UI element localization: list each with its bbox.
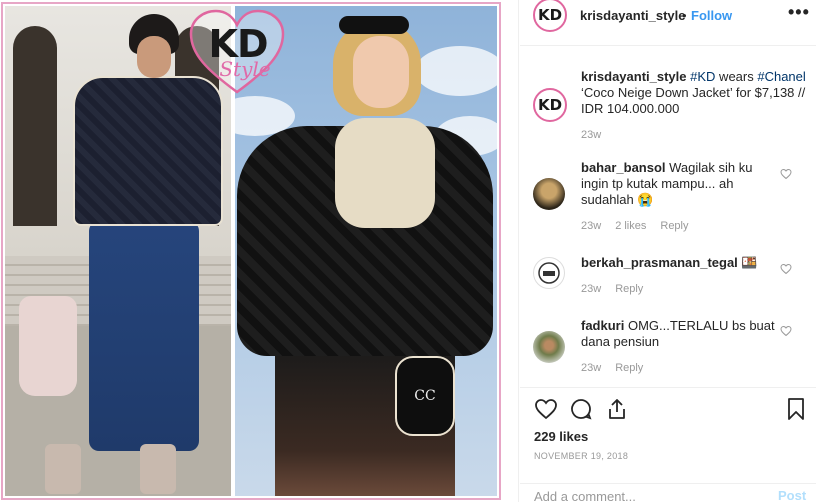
share-icon[interactable]: [605, 397, 629, 421]
commenter-avatar[interactable]: [533, 178, 565, 210]
comment-text: 🍱: [737, 255, 758, 270]
hashtag-link[interactable]: #Chanel: [757, 69, 805, 84]
post-image-frame: CC KD Style: [1, 2, 501, 500]
caption-meta: 23w: [581, 128, 615, 142]
caption-text: wears: [715, 69, 758, 84]
cloud: [415, 46, 497, 96]
comment-age[interactable]: 23w: [581, 362, 601, 374]
reply-button[interactable]: Reply: [615, 283, 643, 295]
comment: berkah_prasmanan_tegal 🍱: [581, 255, 781, 271]
post-side-panel: KD krisdayanti_style • Follow ••• KD kri…: [520, 0, 816, 502]
commenter-avatar[interactable]: [533, 331, 565, 363]
quilted-jacket: [73, 76, 223, 226]
handbag: [19, 296, 77, 396]
chanel-logo: CC: [414, 388, 436, 404]
shearling-collar: [335, 118, 435, 228]
food-logo-icon: [538, 262, 560, 284]
hashtag-link[interactable]: #KD: [690, 69, 715, 84]
comment: fadkuri OMG...TERLALU bs buat dana pensi…: [581, 318, 781, 350]
save-bookmark-icon[interactable]: [784, 397, 808, 421]
comment-username[interactable]: fadkuri: [581, 318, 624, 333]
comment: bahar_bansol Wagilak sih ku ingin tp kut…: [581, 160, 781, 208]
likes-count[interactable]: 229 likes: [534, 429, 588, 445]
comment-likes[interactable]: 2 likes: [615, 220, 646, 232]
caption-text: ‘Coco Neige Down Jacket’ for $7,138 // I…: [581, 85, 806, 116]
post-caption: krisdayanti_style #KD wears #Chanel ‘Coc…: [581, 69, 811, 117]
comment-meta: 23w 2 likes Reply: [581, 219, 703, 233]
post-comment-button[interactable]: Post: [778, 488, 806, 502]
logo-script: Style: [219, 57, 271, 81]
comment-username[interactable]: berkah_prasmanan_tegal: [581, 255, 738, 270]
reply-button[interactable]: Reply: [615, 362, 643, 374]
post-date[interactable]: NOVEMBER 19, 2018: [534, 450, 628, 462]
like-comment-heart-icon[interactable]: [780, 168, 792, 180]
commenter-avatar[interactable]: [533, 257, 565, 289]
denim-jumpsuit: [89, 221, 199, 451]
face: [137, 36, 171, 78]
like-comment-heart-icon[interactable]: [780, 263, 792, 275]
face: [353, 36, 409, 108]
header-separator: •: [682, 8, 687, 23]
caption-avatar[interactable]: KD: [533, 88, 567, 122]
reply-button[interactable]: Reply: [660, 220, 688, 232]
post-media[interactable]: CC KD Style: [0, 0, 519, 502]
comment-meta: 23w Reply: [581, 282, 657, 296]
comment-age[interactable]: 23w: [581, 220, 601, 232]
comment-input[interactable]: [534, 488, 754, 502]
follow-button[interactable]: Follow: [691, 8, 732, 24]
headband: [339, 16, 409, 34]
comment-username[interactable]: bahar_bansol: [581, 160, 666, 175]
comment-bubble-icon[interactable]: [569, 397, 593, 421]
header-username[interactable]: krisdayanti_style: [580, 8, 686, 24]
arch-door: [13, 26, 57, 226]
boot: [45, 444, 81, 494]
post-actions: 229 likes NOVEMBER 19, 2018 Post: [520, 387, 816, 502]
post-header: KD krisdayanti_style • Follow •••: [520, 0, 816, 46]
caption-username[interactable]: krisdayanti_style: [581, 69, 687, 84]
avatar-letters: KD: [537, 96, 563, 114]
more-options-icon[interactable]: •••: [788, 2, 810, 22]
boot: [140, 444, 176, 494]
like-heart-icon[interactable]: [534, 397, 558, 421]
avatar[interactable]: KD: [533, 0, 567, 32]
comment-bar: Post: [520, 483, 816, 502]
caption-age[interactable]: 23w: [581, 129, 601, 141]
comment-age[interactable]: 23w: [581, 283, 601, 295]
avatar-letters: KD: [537, 6, 563, 24]
comment-meta: 23w Reply: [581, 361, 657, 375]
kd-style-logo: KD Style: [187, 8, 287, 98]
like-comment-heart-icon[interactable]: [780, 325, 792, 337]
